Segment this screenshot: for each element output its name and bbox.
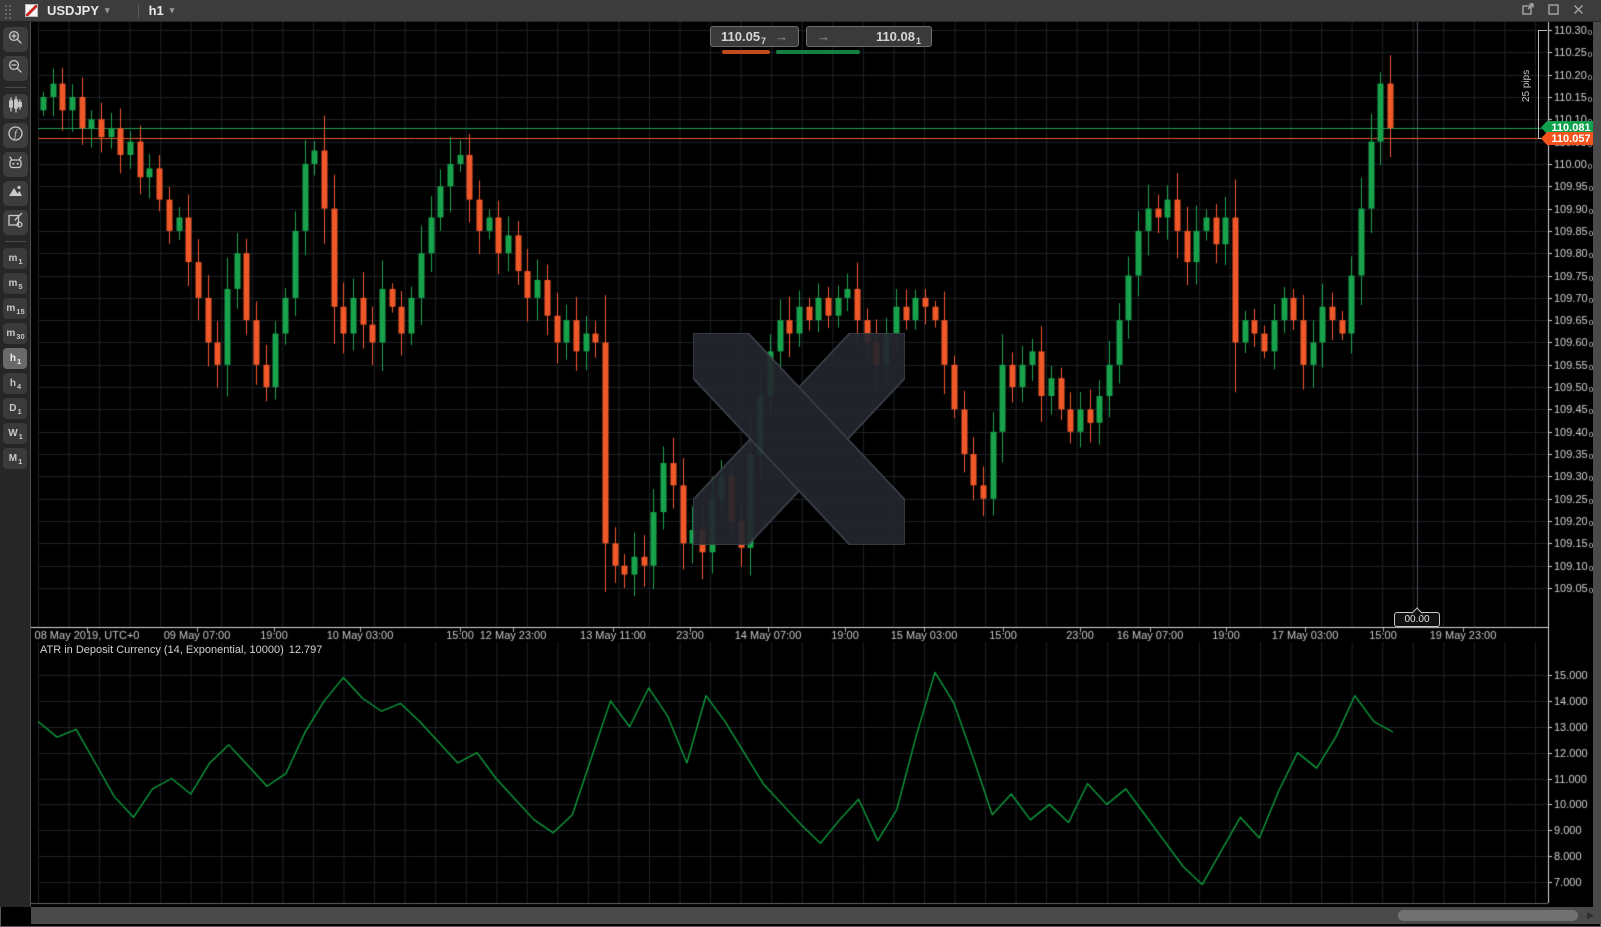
pips-ruler-label: 25 pips [1521,69,1532,103]
maximize-icon [1547,2,1559,20]
arrow-right-icon: → [817,29,830,44]
chart-settings-button[interactable] [2,210,28,235]
symbol-selector[interactable]: USDJPY ▾ [47,3,110,18]
svg-text:f: f [14,129,18,140]
buy-button[interactable]: → 110.081 [806,26,932,47]
indicator-value: 12.797 [288,644,323,656]
zoom-out-button[interactable] [2,56,28,81]
broker-x-watermark-logo [692,332,906,550]
chart-type-candles-icon [7,95,24,118]
chevron-down-icon: ▾ [169,5,175,15]
divider [4,87,26,88]
indicator-title: ATR in Deposit Currency (14, Exponential… [40,644,323,656]
snapshot-button[interactable] [2,181,28,206]
popout-button[interactable] [1519,2,1537,20]
horizontal-scrollbar[interactable]: ▶ [31,907,1601,924]
timeframe-button-m15[interactable]: m 15 [3,298,27,319]
symbol-label: USDJPY [47,3,100,18]
sell-price-tag: 110.057 [1541,132,1597,145]
zoom-out-icon [7,58,24,80]
timeframe-button-h4[interactable]: h4 [3,373,27,394]
timeframe-button-m30[interactable]: m 30 [3,323,27,344]
maximize-button[interactable] [1544,3,1562,19]
chart-logo-icon [25,4,38,17]
indicators-button[interactable]: f [2,123,28,148]
divider [137,3,139,18]
right-edge-scrollbar[interactable] [1593,22,1601,907]
chart-toolbar: f m1 m5 m 15 m 30 h1 h4 D1 W1 M1 [0,22,31,907]
horizontal-scrollbar-thumb[interactable] [1398,910,1578,921]
arrow-right-icon: → [775,29,789,44]
timeframe-selector[interactable]: h1 ▾ [149,3,175,18]
cbots-button[interactable] [2,152,28,177]
close-icon [1573,2,1584,20]
sell-price: 110.057 [721,29,767,46]
chevron-down-icon: ▾ [105,5,110,15]
timeframe-button-m1[interactable]: m1 [3,248,27,269]
buy-price: 110.081 [875,29,921,46]
popout-icon [1522,2,1534,20]
trading-platform-window: USDJPY ▾ h1 ▾ f m 1 m 5 m 15 m 30 h 1 h … [0,0,1601,927]
timeframe-label: h1 [148,3,164,18]
scroll-right-arrow-icon[interactable]: ▶ [1587,910,1594,921]
sentiment-sell-bar [722,50,770,54]
chart-settings-icon [7,212,24,234]
drag-grip-icon[interactable] [3,2,13,19]
robot-icon [7,154,24,176]
timeframe-button-m5[interactable]: m5 [3,273,27,294]
timeframe-button-w1[interactable]: W1 [3,423,27,444]
zoom-in-icon [7,29,24,51]
divider [4,241,26,242]
timeframe-button-d1[interactable]: D1 [3,398,27,419]
sentiment-buy-bar [776,50,860,54]
chart-titlebar: USDJPY ▾ h1 ▾ [0,0,1601,22]
timeframe-button-h1[interactable]: h1 [3,348,27,369]
zoom-in-button[interactable] [2,27,28,52]
sell-button[interactable]: 110.057 → [710,26,800,47]
chart-type-button[interactable] [2,94,28,119]
close-button[interactable] [1569,3,1587,19]
snapshot-icon [7,183,24,205]
indicators-icon: f [7,125,24,147]
timeframe-button-mn1[interactable]: M1 [3,448,27,469]
crosshair-time-tooltip: 00:00 [1394,612,1440,627]
